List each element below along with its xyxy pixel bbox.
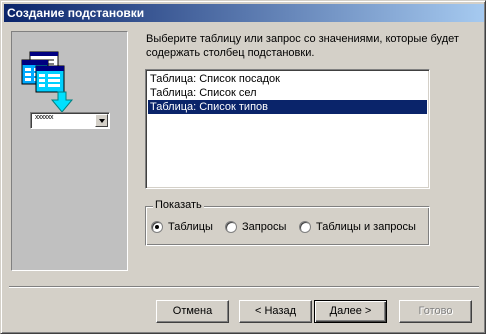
lookup-wizard-window: Создание подстановки xxxxxx Выберите таб… — [0, 0, 486, 334]
back-button[interactable]: < Назад — [239, 300, 312, 323]
radio-label: Запросы — [242, 221, 287, 233]
sample-combo-text: xxxxxx — [35, 114, 54, 121]
show-group-legend: Показать — [153, 198, 204, 212]
finish-button[interactable]: Готово — [399, 300, 472, 323]
radio-label: Таблицы — [168, 221, 213, 233]
chevron-down-icon — [95, 114, 108, 127]
list-item[interactable]: Таблица: Список посадок — [148, 72, 427, 86]
radio-label: Таблицы и запросы — [316, 221, 416, 233]
wizard-illustration: xxxxxx — [11, 31, 128, 271]
window-title: Создание подстановки — [4, 4, 484, 22]
instruction-text: Выберите таблицу или запрос со значениям… — [146, 33, 459, 59]
radio-unchecked-icon — [225, 221, 237, 233]
button-separator — [9, 286, 479, 288]
radio-checked-icon — [151, 221, 163, 233]
list-item-selected[interactable]: Таблица: Список типов — [148, 100, 427, 114]
next-button[interactable]: Далее > — [314, 300, 387, 323]
list-item[interactable]: Таблица: Список сел — [148, 86, 427, 100]
cancel-button[interactable]: Отмена — [156, 300, 229, 323]
sample-combo-box: xxxxxx — [30, 112, 110, 129]
radio-unchecked-icon — [299, 221, 311, 233]
table-query-list[interactable]: Таблица: Список посадок Таблица: Список … — [145, 69, 430, 189]
